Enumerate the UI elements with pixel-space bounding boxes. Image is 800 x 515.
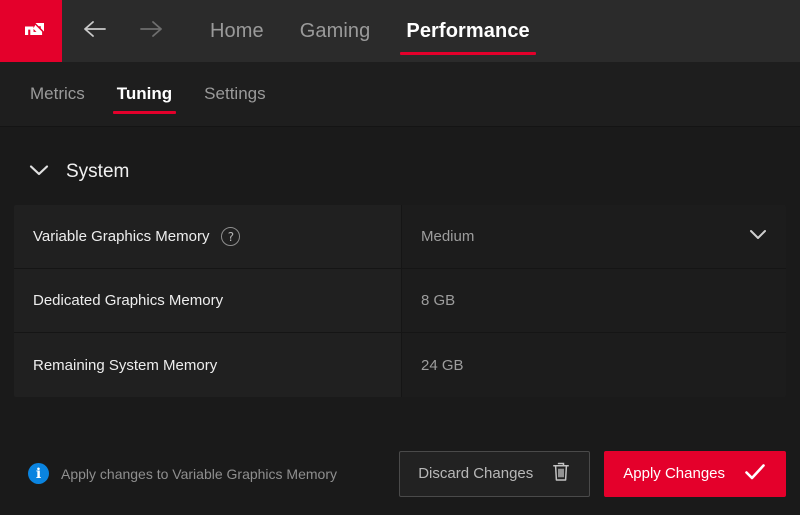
remaining-system-memory-value: 24 GB [421, 356, 464, 374]
action-footer-bar: i Apply changes to Variable Graphics Mem… [0, 432, 800, 515]
history-navigation [62, 0, 166, 62]
radeon-software-window: Home Gaming Performance Metrics Tuning S… [0, 0, 800, 515]
variable-graphics-memory-value: Medium [421, 228, 475, 245]
subtab-metrics-label: Metrics [30, 84, 85, 103]
footer-buttons: Discard Changes Apply Changes [399, 450, 786, 497]
subtab-tuning-label: Tuning [116, 84, 173, 103]
nav-tab-performance-label: Performance [406, 19, 530, 42]
chevron-down-icon [28, 163, 50, 182]
discard-changes-button[interactable]: Discard Changes [399, 450, 591, 497]
row-label-text: Dedicated Graphics Memory [33, 292, 224, 309]
forward-button[interactable] [136, 16, 166, 46]
row-label-text: Remaining System Memory [33, 356, 218, 374]
tuning-content-area: System Variable Graphics Memory ? Medium [0, 127, 800, 515]
subtab-tuning[interactable]: Tuning [101, 62, 188, 126]
subtab-settings[interactable]: Settings [188, 62, 281, 126]
nav-tab-home[interactable]: Home [192, 0, 282, 62]
row-label-remaining-system-memory: Remaining System Memory [14, 333, 402, 397]
question-circle-icon[interactable]: ? [221, 227, 241, 246]
row-label-variable-graphics-memory: Variable Graphics Memory ? [14, 205, 402, 268]
check-icon [743, 462, 767, 486]
performance-subtab-bar: Metrics Tuning Settings [0, 62, 800, 127]
discard-changes-label: Discard Changes [418, 465, 534, 482]
table-row: Dedicated Graphics Memory 8 GB [14, 269, 786, 333]
subtab-settings-label: Settings [204, 84, 266, 103]
remaining-system-memory-value-cell: 24 GB [402, 333, 786, 397]
system-section-header[interactable]: System [14, 127, 786, 205]
row-label-text: Variable Graphics Memory [33, 228, 210, 245]
table-row: Variable Graphics Memory ? Medium [14, 205, 786, 269]
chevron-down-icon [748, 228, 768, 246]
arrow-left-icon [82, 18, 108, 45]
apply-changes-label: Apply Changes [623, 465, 725, 482]
nav-tab-gaming-label: Gaming [299, 19, 371, 42]
dedicated-graphics-memory-value-cell: 8 GB [402, 269, 786, 332]
apply-changes-button[interactable]: Apply Changes [604, 450, 786, 497]
subtab-metrics[interactable]: Metrics [14, 62, 101, 126]
main-nav-tabs: Home Gaming Performance [192, 0, 548, 62]
row-label-dedicated-graphics-memory: Dedicated Graphics Memory [14, 269, 402, 332]
back-button[interactable] [80, 16, 110, 46]
nav-tab-gaming[interactable]: Gaming [282, 0, 389, 62]
system-settings-table: Variable Graphics Memory ? Medium Dedica… [14, 205, 786, 397]
trash-icon [551, 461, 571, 487]
dedicated-graphics-memory-value: 8 GB [421, 292, 456, 309]
arrow-right-icon [138, 18, 164, 45]
pending-changes-note: i Apply changes to Variable Graphics Mem… [14, 463, 337, 484]
pending-changes-text: Apply changes to Variable Graphics Memor… [61, 465, 337, 482]
nav-tab-performance[interactable]: Performance [388, 0, 547, 62]
variable-graphics-memory-dropdown[interactable]: Medium [402, 205, 786, 268]
amd-logo-button[interactable] [0, 0, 62, 62]
table-row: Remaining System Memory 24 GB [14, 333, 786, 397]
info-circle-icon: i [28, 463, 49, 484]
top-navigation-bar: Home Gaming Performance [0, 0, 800, 62]
system-section-title: System [66, 161, 130, 182]
nav-tab-home-label: Home [210, 19, 264, 42]
amd-arrow-logo-icon [14, 12, 48, 51]
